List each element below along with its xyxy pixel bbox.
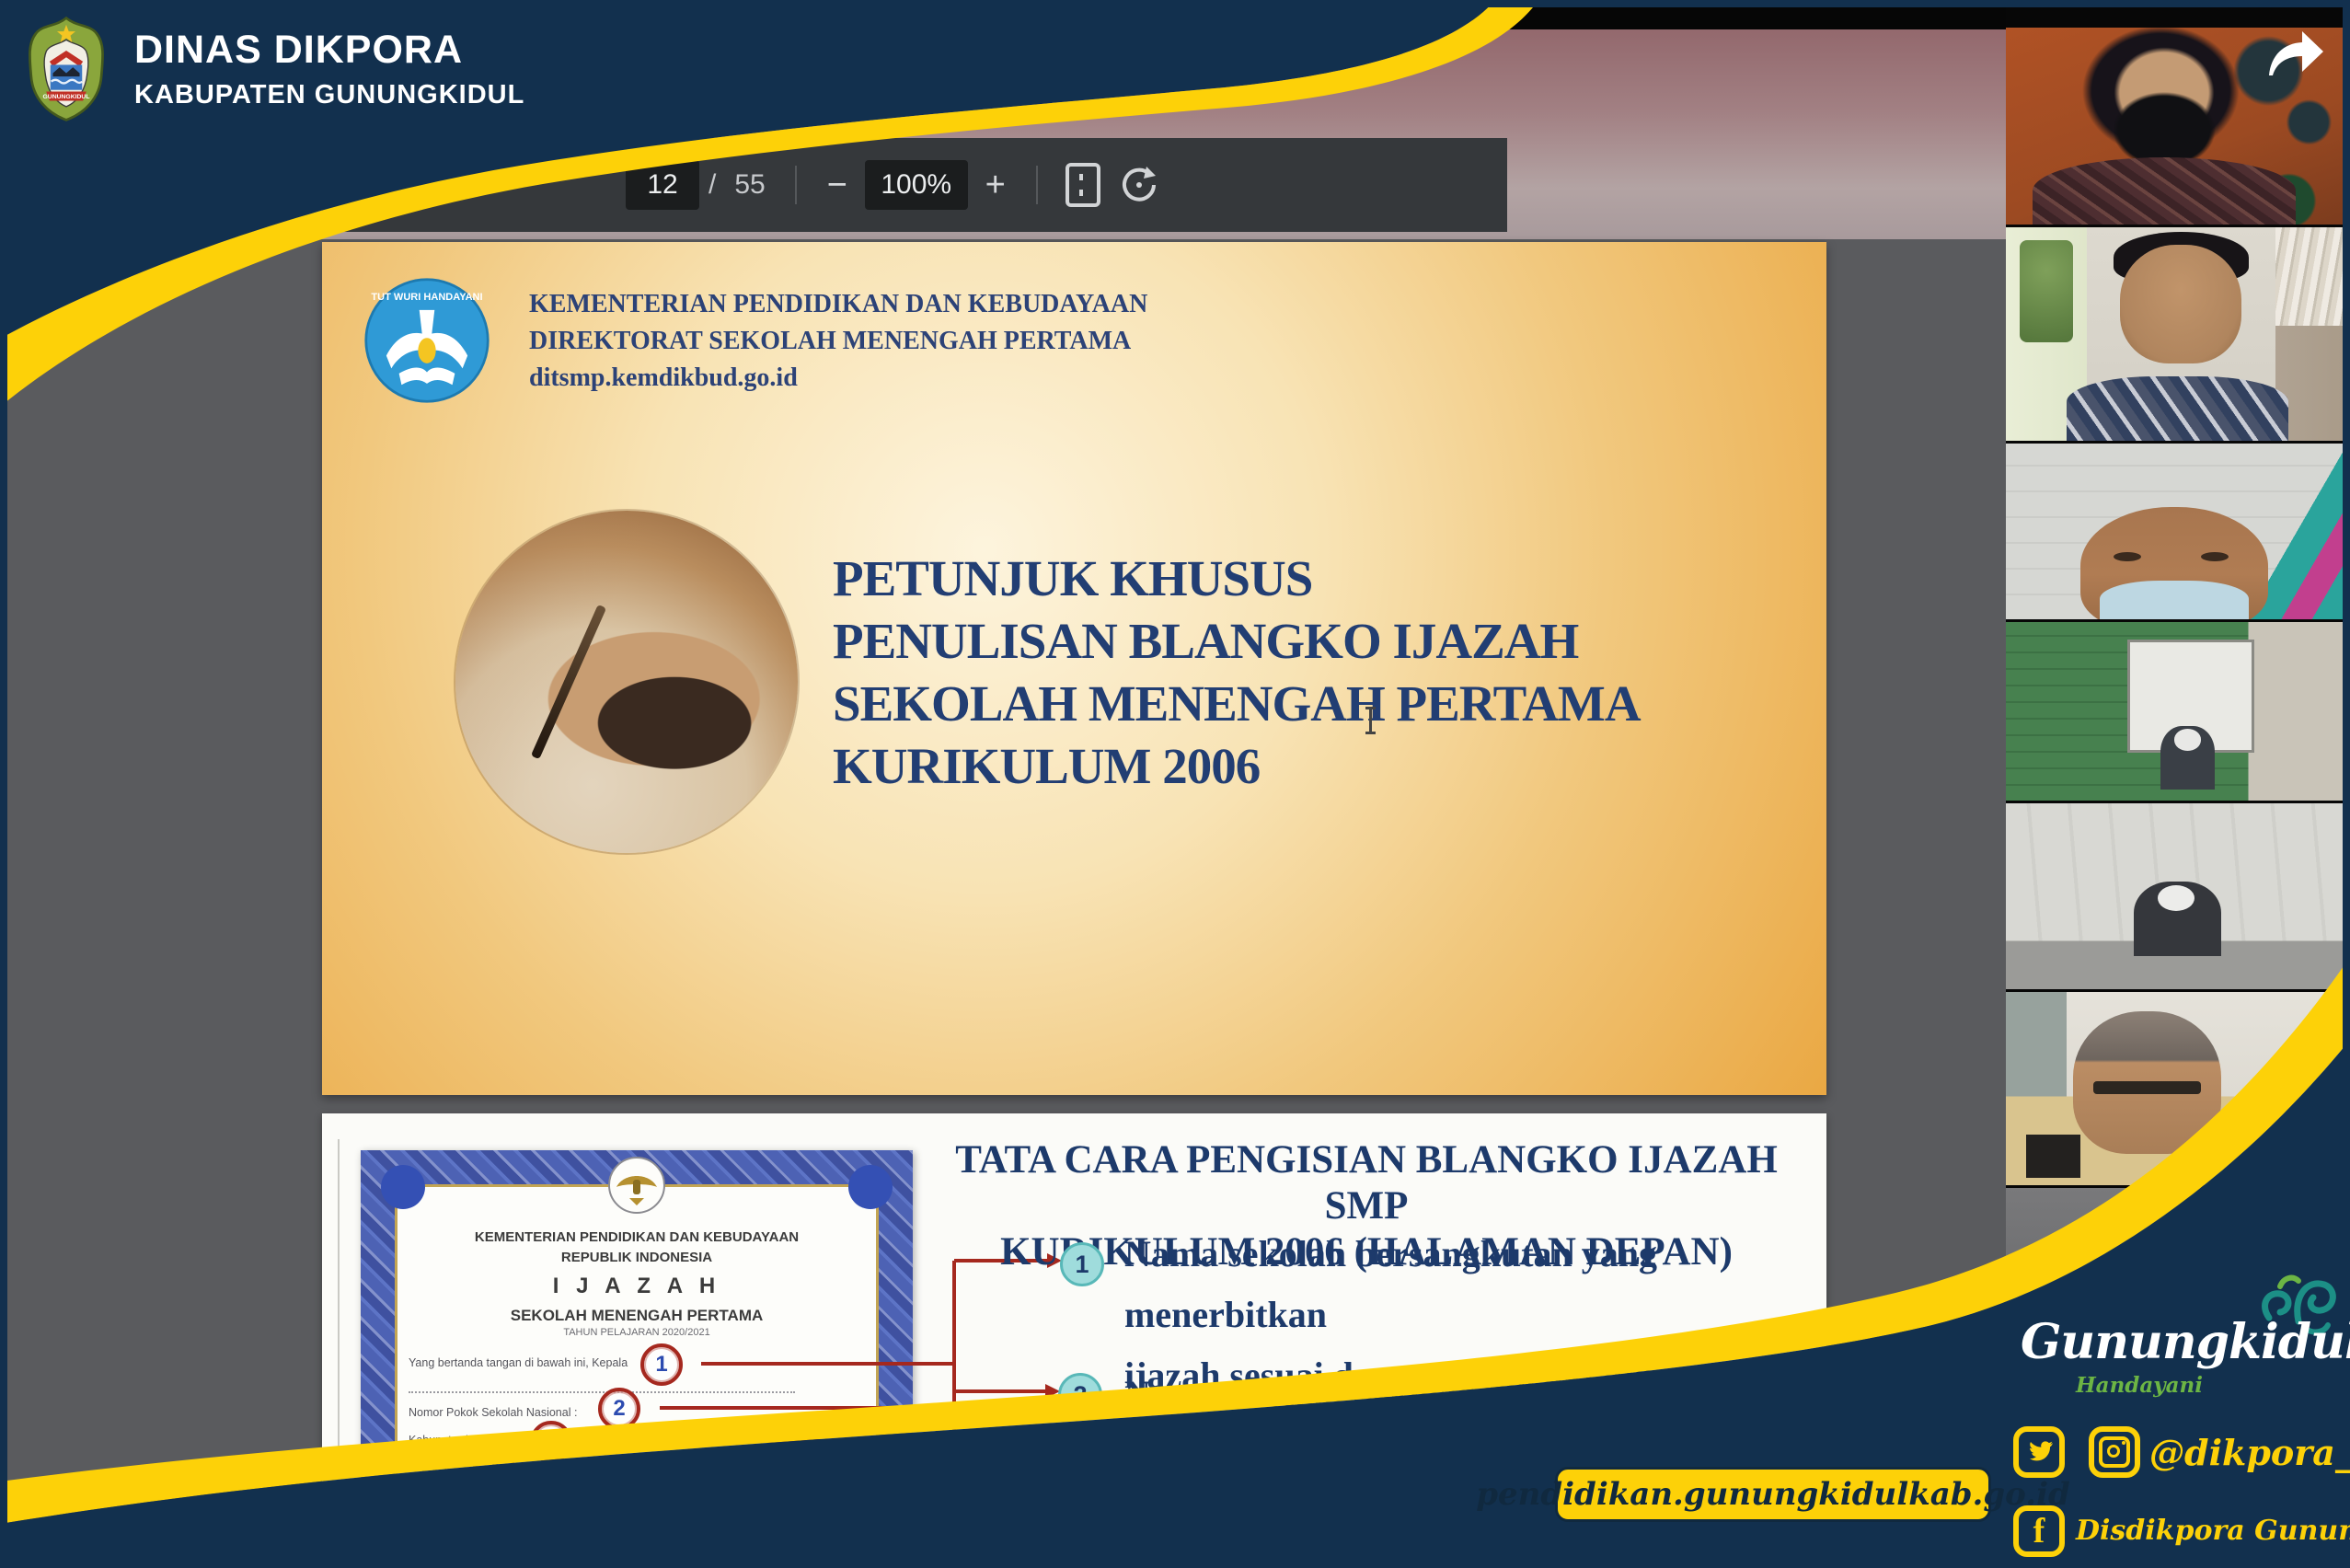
org-header: GUNUNGKIDUL DINAS DIKPORA KABUPATEN GUNU… xyxy=(24,15,524,123)
pen-shape xyxy=(531,605,606,760)
video-conference-window: 12 / 55 − 100% + TUT WURI HANDAYANI KEME… xyxy=(0,0,2350,1568)
share-arrow-icon[interactable] xyxy=(2265,29,2326,77)
participant-video-3[interactable] xyxy=(2006,444,2343,619)
tut-wuri-handayani-logo: TUT WURI HANDAYANI xyxy=(363,277,490,404)
rotate-icon[interactable] xyxy=(1119,165,1159,205)
fit-to-page-icon[interactable] xyxy=(1066,163,1100,207)
participant-figure xyxy=(2067,376,2289,441)
social-handle: @dikpora_gk xyxy=(2149,1432,2350,1473)
page-input[interactable]: 12 xyxy=(626,160,699,210)
list-item-line: Nomor Pokok Sekolah Nasional (NPSN) xyxy=(1124,1364,1833,1424)
slide-page-12: TUT WURI HANDAYANI KEMENTERIAN PENDIDIKA… xyxy=(322,242,1826,1095)
ministry-line: DIREKTORAT SEKOLAH MENENGAH PERTAMA xyxy=(529,323,1357,360)
brand-tagline: Handayani xyxy=(2070,1373,2208,1398)
brand-name: Gunungkidul xyxy=(2021,1314,2315,1370)
slide-title-line: KURIKULUM 2006 xyxy=(833,735,1790,798)
participant-figure xyxy=(2033,157,2296,225)
slide-title: PETUNJUK KHUSUS PENULISAN BLANGKO IJAZAH… xyxy=(833,548,1790,798)
slide-title-line: SEKOLAH MENENGAH PERTAMA xyxy=(833,673,1790,735)
zoom-level-input[interactable]: 100% xyxy=(865,160,968,210)
crest-ribbon-text: GUNUNGKIDUL xyxy=(43,94,90,100)
list-item: Nomor Pokok Sekolah Nasional (NPSN) xyxy=(1124,1364,1833,1424)
ministry-header: KEMENTERIAN PENDIDIKAN DAN KEBUDAYAAN DI… xyxy=(529,286,1357,397)
pdf-toolbar: 12 / 55 − 100% + xyxy=(322,138,1507,232)
participant-video-6[interactable] xyxy=(2006,992,2343,1185)
zoom-in-button[interactable]: + xyxy=(975,166,1016,205)
hand-writing-photo xyxy=(455,511,798,853)
instagram-icon[interactable] xyxy=(2089,1426,2140,1478)
website-badge: pendidikan.gunungkidulkab.go.id xyxy=(1555,1467,1991,1522)
toolbar-divider xyxy=(1036,166,1038,204)
wall-bracket xyxy=(2026,1135,2080,1177)
item-number-badge: 2 xyxy=(1058,1373,1102,1417)
ministry-line: KEMENTERIAN PENDIDIKAN DAN KEBUDAYAAN xyxy=(529,286,1357,323)
total-pages-label: 55 xyxy=(734,169,765,201)
zoom-out-button[interactable]: − xyxy=(817,166,858,205)
participant-video-5[interactable] xyxy=(2006,803,2343,989)
org-region: KABUPATEN GUNUNGKIDUL xyxy=(134,80,524,110)
item-number-badge: 3 xyxy=(1062,1430,1106,1474)
item-number-badge: 1 xyxy=(1060,1242,1104,1286)
ministry-site: ditsmp.kemdikbud.go.id xyxy=(529,360,1357,397)
logo-ring-text: TUT WURI HANDAYANI xyxy=(371,292,482,303)
glasses xyxy=(2093,1081,2201,1095)
slide2-title-line: TATA CARA PENGISIAN BLANGKO IJAZAH SMP xyxy=(925,1137,1808,1229)
bookshelf xyxy=(2275,227,2343,326)
toolbar-divider xyxy=(795,166,797,204)
participant-video-4[interactable] xyxy=(2006,622,2343,801)
org-name: DINAS DIKPORA xyxy=(134,28,524,73)
slide-title-line: PENULISAN BLANGKO IJAZAH xyxy=(833,610,1790,673)
gunungkidul-crest-logo: GUNUNGKIDUL xyxy=(24,15,109,123)
facebook-icon[interactable]: f xyxy=(2013,1505,2065,1557)
participant-figure xyxy=(2120,245,2241,364)
text-cursor xyxy=(1369,707,1372,734)
slide-title-line: PETUNJUK KHUSUS xyxy=(833,548,1790,610)
list-item-line: Nama sekolah bersangkutan yang menerbitk… xyxy=(1124,1224,1833,1345)
window-foliage xyxy=(2020,240,2074,342)
face-mask xyxy=(2100,581,2248,619)
face-mask xyxy=(2174,729,2201,750)
face-mask xyxy=(2158,885,2194,911)
page-separator: / xyxy=(708,169,716,201)
twitter-icon[interactable] xyxy=(2013,1426,2065,1478)
participant-video-2[interactable] xyxy=(2006,227,2343,441)
facebook-page-name: Disdikpora Gunungkidul xyxy=(2076,1515,2350,1547)
